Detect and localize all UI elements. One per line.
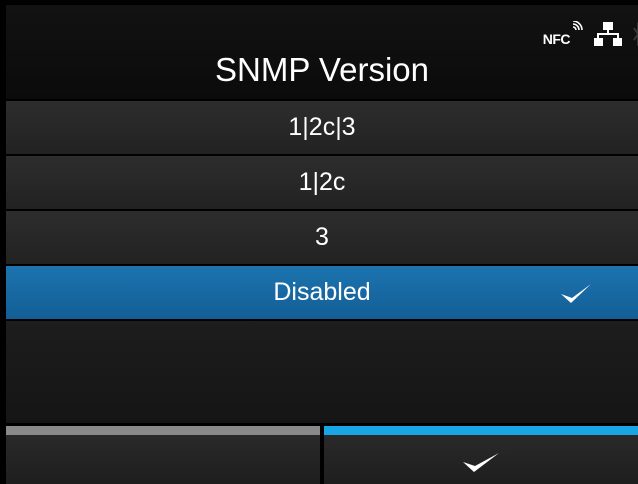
checkmark-icon [561,284,591,303]
back-button-accent [6,426,320,435]
header: NFC SNMP Version [6,5,638,99]
printer-screen: NFC SNMP Version 1|2c|3 1|2c 3 Disabled [6,5,638,484]
option-label: Disabled [273,278,371,306]
status-icons: NFC [543,17,638,51]
network-icon [594,22,622,46]
confirm-button-accent [324,426,638,435]
list-empty-area [6,321,638,423]
nfc-label: NFC [542,31,571,47]
confirm-button[interactable] [324,426,638,484]
nfc-icon: NFC [543,21,584,47]
option-disabled[interactable]: Disabled [6,266,638,319]
bluetooth-icon [633,21,638,47]
soft-key-bar [6,426,638,484]
option-label: 1|2c [298,168,346,196]
page-title: SNMP Version [215,51,429,88]
version-option-list: 1|2c|3 1|2c 3 Disabled [6,101,638,321]
option-label: 3 [315,223,329,251]
option-1-2c[interactable]: 1|2c [6,156,638,209]
option-label: 1|2c|3 [288,113,356,141]
back-button[interactable] [6,426,320,484]
checkmark-icon [463,453,499,472]
option-3[interactable]: 3 [6,211,638,264]
option-1-2c-3[interactable]: 1|2c|3 [6,101,638,154]
